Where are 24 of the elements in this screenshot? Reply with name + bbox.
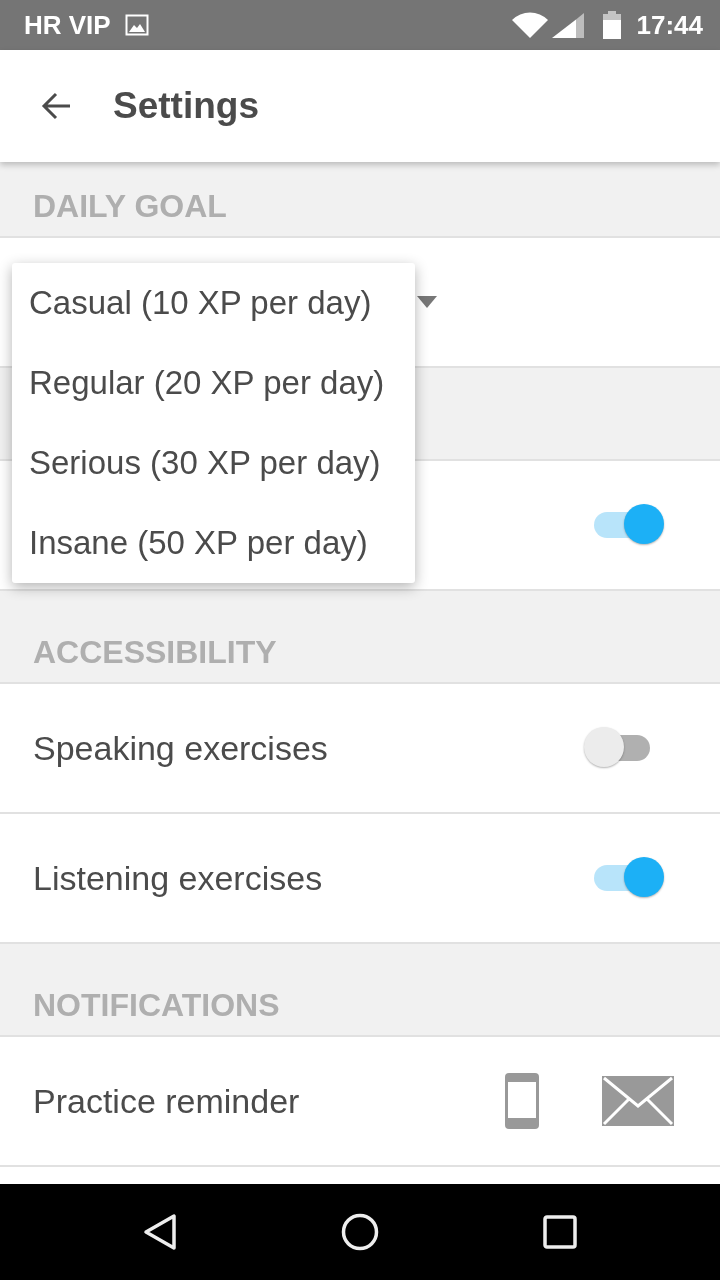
signal-icon <box>551 12 584 38</box>
setting-label: Listening exercises <box>33 858 323 898</box>
setting-label: Practice reminder <box>33 1081 300 1121</box>
battery-icon <box>602 11 621 39</box>
nav-back-icon[interactable] <box>143 1213 177 1251</box>
menu-option[interactable]: Serious (30 XP per day) <box>12 423 415 503</box>
setting-label: Speaking exercises <box>33 728 328 768</box>
mail-icon[interactable] <box>602 1076 674 1126</box>
section-header: DAILY GOAL <box>0 162 720 238</box>
back-arrow-icon <box>40 90 72 122</box>
caret-icon[interactable] <box>417 296 437 308</box>
section-header: ACCESSIBILITY <box>0 591 720 684</box>
nav-recents-icon[interactable] <box>543 1215 577 1249</box>
carrier-name: HR VIP <box>24 10 111 40</box>
menu-option[interactable]: Insane (50 XP per day) <box>12 503 415 583</box>
page-title: Settings <box>113 85 259 127</box>
phone-icon[interactable] <box>505 1073 539 1129</box>
image-icon <box>124 14 149 36</box>
wifi-icon <box>511 12 548 38</box>
section-header: NOTIFICATIONS <box>0 944 720 1037</box>
clock-time: 17:44 <box>636 10 703 40</box>
nav-home-icon[interactable] <box>341 1213 379 1251</box>
menu-option[interactable]: Casual (10 XP per day) <box>12 263 415 343</box>
menu-option[interactable]: Regular (20 XP per day) <box>12 343 415 423</box>
